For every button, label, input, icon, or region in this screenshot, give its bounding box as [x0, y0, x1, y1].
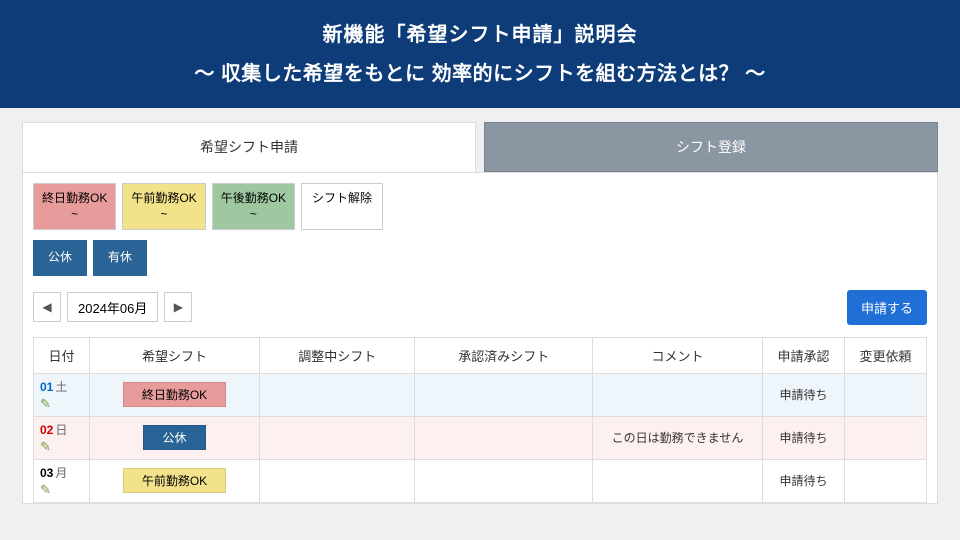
date-cell[interactable]: 01土 ✎ — [34, 373, 90, 416]
date-cell[interactable]: 03月 ✎ — [34, 459, 90, 502]
chip-pm-ok[interactable]: 午後勤務OK ~ — [212, 183, 295, 230]
edit-icon[interactable]: ✎ — [40, 439, 51, 455]
date-number: 02 — [40, 423, 53, 437]
approved-cell — [415, 416, 593, 459]
banner-title-1: 新機能「希望シフト申請」説明会 — [0, 18, 960, 47]
comment-cell: この日は勤務できません — [593, 416, 763, 459]
approval-cell: 申請待ち — [763, 416, 845, 459]
shift-badge: 終日勤務OK — [123, 382, 226, 407]
th-date: 日付 — [34, 337, 90, 373]
chip-clear[interactable]: シフト解除 — [301, 183, 383, 230]
table-row: 02日 ✎ 公休 この日は勤務できません申請待ち — [34, 416, 927, 459]
desired-cell: 公休 — [90, 416, 260, 459]
date-dow: 日 — [55, 423, 67, 437]
comment-cell — [593, 373, 763, 416]
approved-cell — [415, 459, 593, 502]
chip-public-holiday[interactable]: 公休 — [33, 240, 87, 276]
chip-am-ok[interactable]: 午前勤務OK ~ — [122, 183, 205, 230]
approval-cell: 申請待ち — [763, 373, 845, 416]
change-cell — [845, 459, 927, 502]
th-comment: コメント — [593, 337, 763, 373]
approval-cell: 申請待ち — [763, 459, 845, 502]
date-dow: 月 — [55, 466, 67, 480]
desired-cell: 終日勤務OK — [90, 373, 260, 416]
comment-cell — [593, 459, 763, 502]
chip-allday-ok[interactable]: 終日勤務OK ~ — [33, 183, 116, 230]
date-number: 01 — [40, 380, 53, 394]
shift-table: 日付 希望シフト 調整中シフト 承認済みシフト コメント 申請承認 変更依頼 0… — [33, 337, 927, 503]
th-change: 変更依頼 — [845, 337, 927, 373]
date-cell[interactable]: 02日 ✎ — [34, 416, 90, 459]
th-adjusting: 調整中シフト — [260, 337, 415, 373]
th-approval: 申請承認 — [763, 337, 845, 373]
shift-badge: 公休 — [143, 425, 205, 450]
chip-paid-leave[interactable]: 有休 — [93, 240, 147, 276]
edit-icon[interactable]: ✎ — [40, 396, 51, 412]
adjusting-cell — [260, 416, 415, 459]
month-next-button[interactable]: ▶ — [164, 292, 192, 322]
tab-shift-register[interactable]: シフト登録 — [484, 122, 938, 172]
change-cell — [845, 416, 927, 459]
month-select[interactable]: 2024年06月 — [67, 292, 158, 322]
shift-badge: 午前勤務OK — [123, 468, 226, 493]
month-prev-button[interactable]: ◀ — [33, 292, 61, 322]
banner-title-2: 〜 収集した希望をもとに 効率的にシフトを組む方法とは？ 〜 — [0, 57, 960, 86]
th-desired: 希望シフト — [90, 337, 260, 373]
adjusting-cell — [260, 459, 415, 502]
approved-cell — [415, 373, 593, 416]
table-row: 03月 ✎ 午前勤務OK 申請待ち — [34, 459, 927, 502]
edit-icon[interactable]: ✎ — [40, 482, 51, 498]
date-number: 03 — [40, 466, 53, 480]
adjusting-cell — [260, 373, 415, 416]
change-cell — [845, 373, 927, 416]
tab-desired-shift[interactable]: 希望シフト申請 — [22, 122, 476, 172]
th-approved: 承認済みシフト — [415, 337, 593, 373]
apply-button[interactable]: 申請する — [847, 290, 927, 325]
date-dow: 土 — [55, 380, 67, 394]
desired-cell: 午前勤務OK — [90, 459, 260, 502]
table-row: 01土 ✎ 終日勤務OK 申請待ち — [34, 373, 927, 416]
